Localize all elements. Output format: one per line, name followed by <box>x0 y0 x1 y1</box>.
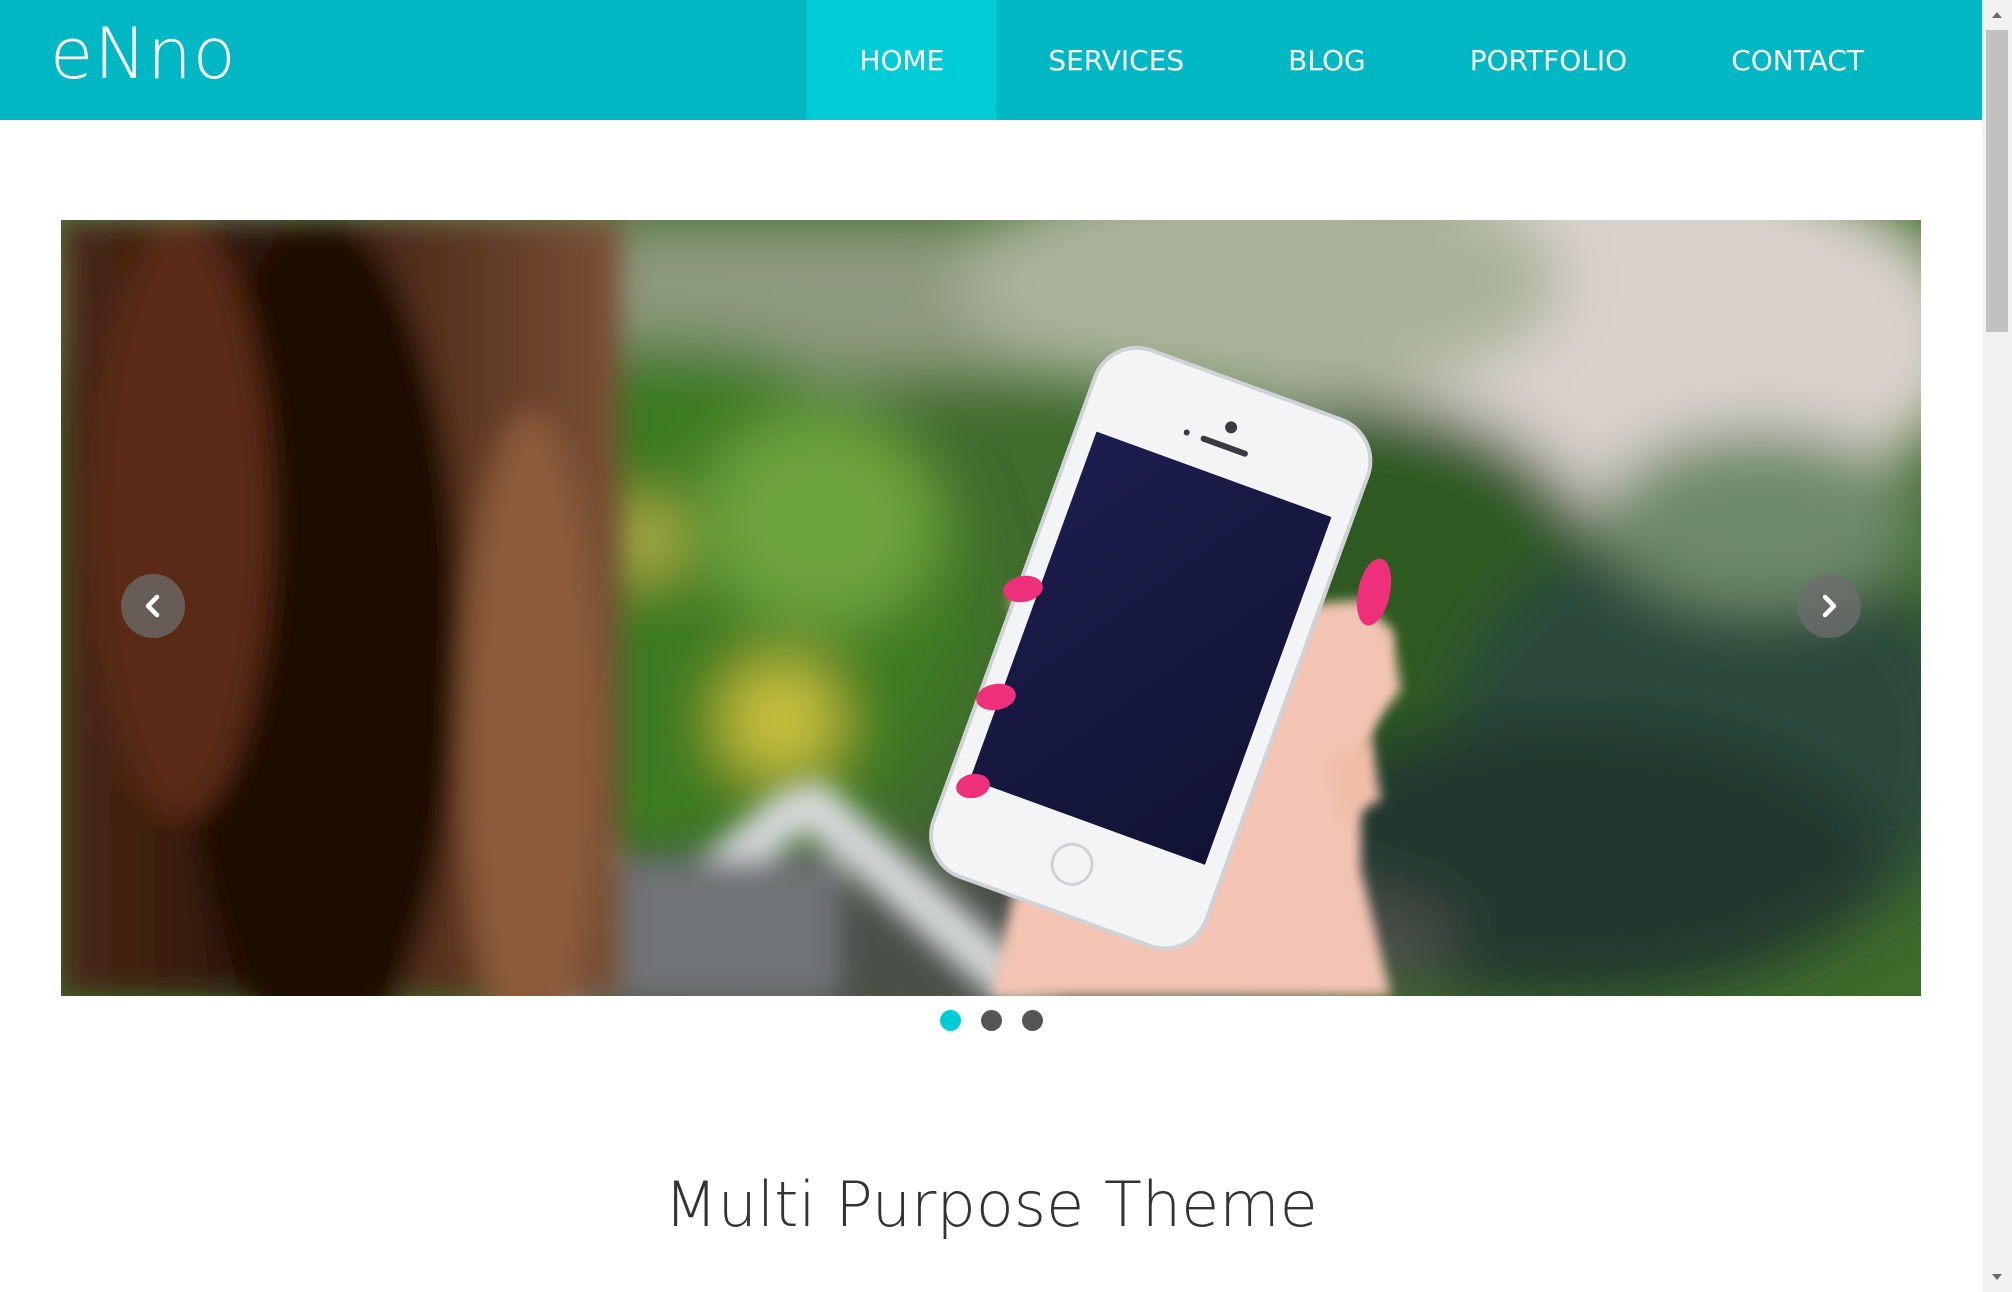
section-title: Multi Purpose Theme <box>664 1168 1318 1241</box>
chevron-left-icon <box>145 594 160 618</box>
slider-dot-1[interactable] <box>939 1010 961 1031</box>
hero-slide-image <box>61 220 1921 996</box>
scroll-up-button[interactable] <box>1982 0 2012 30</box>
slider-dot-2[interactable] <box>980 1010 1002 1031</box>
nav-item-blog[interactable]: BLOG <box>1236 0 1418 120</box>
site-header: eNno HOME SERVICES BLOG PORTFOLIO CONTAC… <box>0 0 1982 120</box>
slider-prev-button[interactable] <box>121 574 185 638</box>
slider-next-button[interactable] <box>1797 574 1861 638</box>
triangle-down-icon <box>1992 1274 2002 1280</box>
slider-dot-3[interactable] <box>1021 1010 1043 1031</box>
chevron-right-icon <box>1822 594 1837 618</box>
nav-item-portfolio[interactable]: PORTFOLIO <box>1418 0 1680 120</box>
slider-pagination <box>0 1010 1982 1031</box>
hero-slider <box>61 220 1921 996</box>
main-nav: HOME SERVICES BLOG PORTFOLIO CONTACT <box>807 0 1916 120</box>
nav-item-home[interactable]: HOME <box>807 0 997 120</box>
scroll-down-button[interactable] <box>1982 1262 2012 1292</box>
nav-item-contact[interactable]: CONTACT <box>1679 0 1916 120</box>
site-logo[interactable]: eNno <box>50 8 237 100</box>
nav-item-services[interactable]: SERVICES <box>996 0 1236 120</box>
page-scrollbar[interactable] <box>1982 0 2012 1292</box>
scroll-thumb[interactable] <box>1986 30 2008 332</box>
triangle-up-icon <box>1992 12 2002 18</box>
page: eNno HOME SERVICES BLOG PORTFOLIO CONTAC… <box>0 0 1982 1292</box>
